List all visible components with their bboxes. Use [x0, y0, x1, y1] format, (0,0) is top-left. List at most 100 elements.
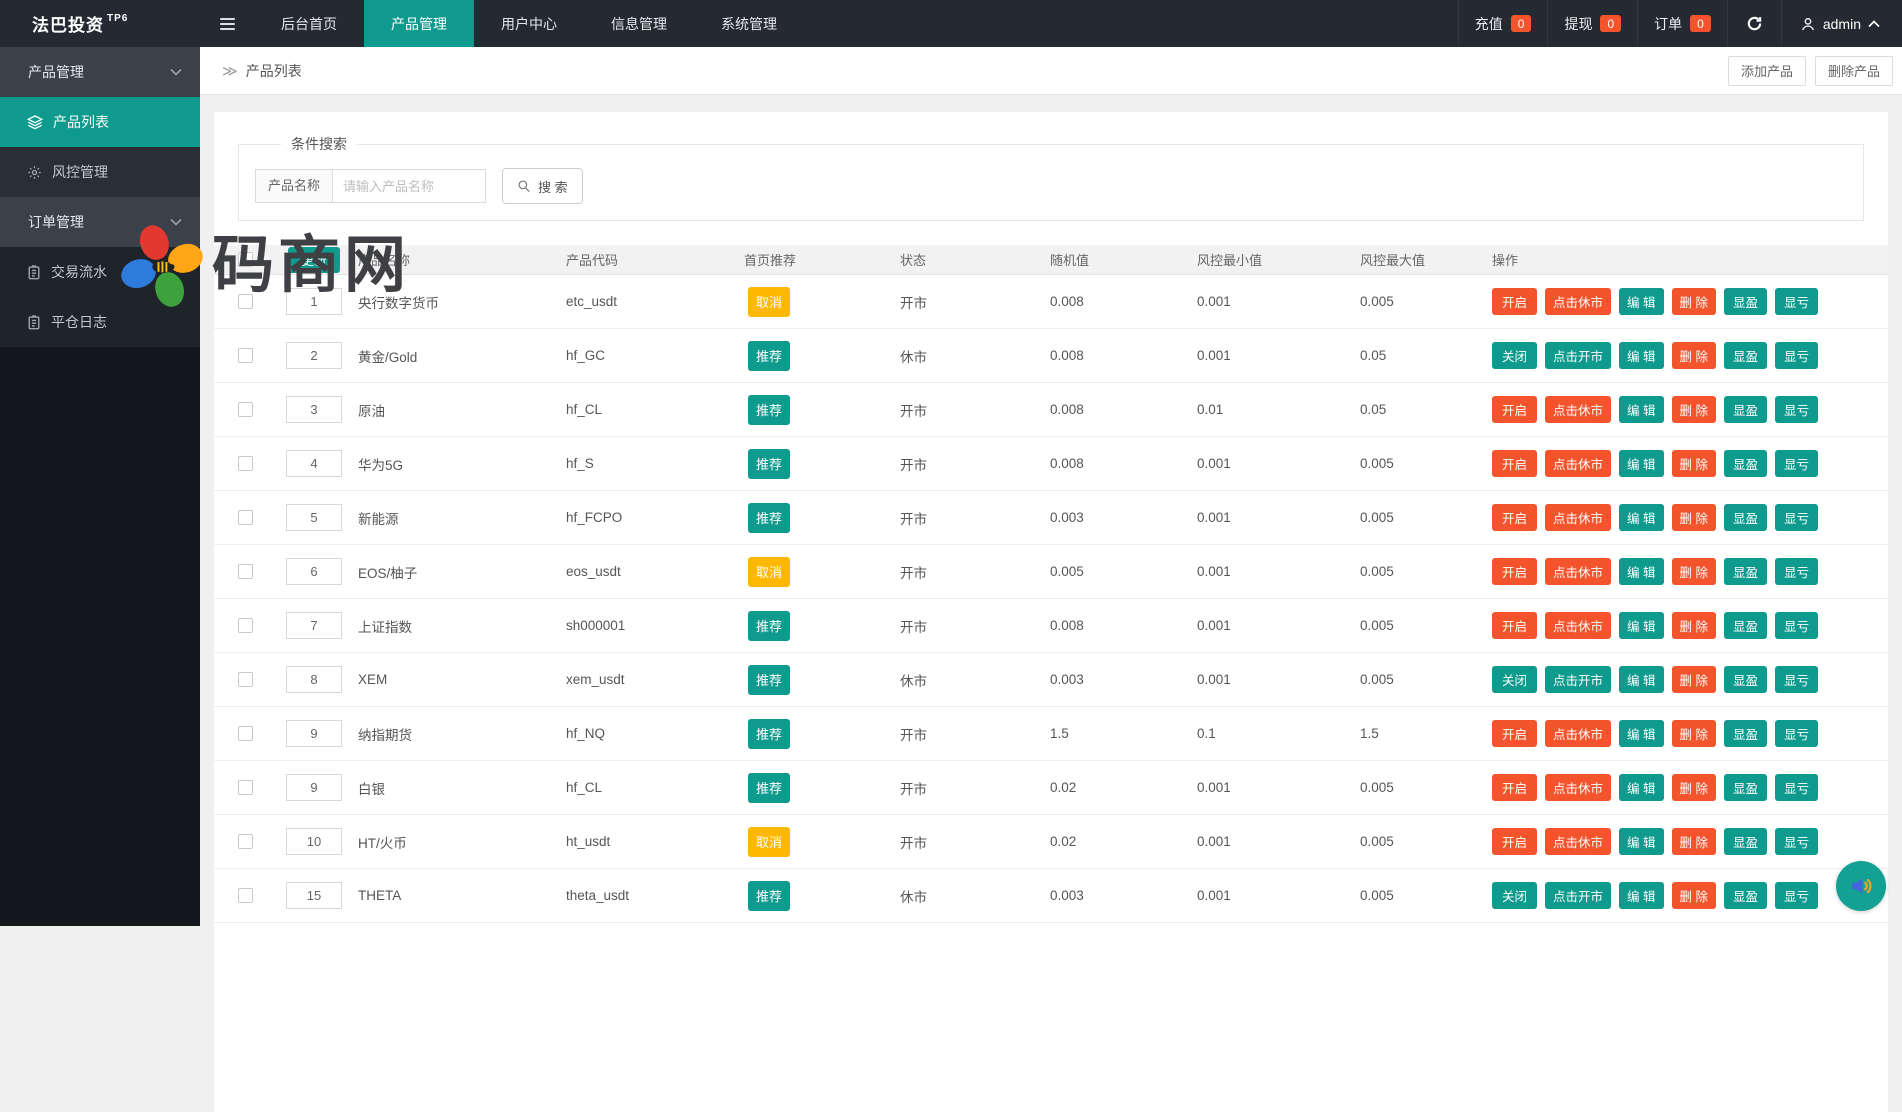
show-loss-button[interactable]: 显亏	[1775, 342, 1818, 369]
row-checkbox[interactable]	[238, 402, 253, 417]
topnav-item[interactable]: 后台首页	[254, 0, 364, 47]
delete-button[interactable]: 删 除	[1672, 288, 1716, 315]
recommend-toggle-button[interactable]: 推荐	[748, 341, 790, 371]
row-checkbox[interactable]	[238, 564, 253, 579]
show-loss-button[interactable]: 显亏	[1775, 504, 1818, 531]
show-loss-button[interactable]: 显亏	[1775, 288, 1818, 315]
show-profit-button[interactable]: 显盈	[1724, 666, 1767, 693]
market-toggle-button[interactable]: 点击休市	[1545, 504, 1611, 531]
edit-button[interactable]: 编 辑	[1619, 342, 1663, 369]
recommend-toggle-button[interactable]: 推荐	[748, 719, 790, 749]
sound-notification-button[interactable]	[1836, 861, 1886, 911]
row-checkbox[interactable]	[238, 726, 253, 741]
sort-input[interactable]	[286, 882, 342, 909]
delete-button[interactable]: 删 除	[1672, 450, 1716, 477]
toggle-open-close-button[interactable]: 开启	[1492, 612, 1537, 639]
delete-button[interactable]: 删 除	[1672, 720, 1716, 747]
edit-button[interactable]: 编 辑	[1619, 288, 1663, 315]
show-profit-button[interactable]: 显盈	[1724, 828, 1767, 855]
row-checkbox[interactable]	[238, 834, 253, 849]
show-profit-button[interactable]: 显盈	[1724, 558, 1767, 585]
sort-input[interactable]	[286, 396, 342, 423]
show-profit-button[interactable]: 显盈	[1724, 504, 1767, 531]
topnav-item[interactable]: 信息管理	[584, 0, 694, 47]
delete-button[interactable]: 删 除	[1672, 828, 1716, 855]
delete-product-button[interactable]: 删除产品	[1815, 56, 1893, 86]
market-toggle-button[interactable]: 点击休市	[1545, 450, 1611, 477]
topnav-item[interactable]: 产品管理	[364, 0, 474, 47]
stat-recharge[interactable]: 充值0	[1458, 0, 1548, 47]
edit-button[interactable]: 编 辑	[1619, 720, 1663, 747]
refresh-button[interactable]	[1727, 0, 1781, 47]
sort-input[interactable]	[286, 504, 342, 531]
show-loss-button[interactable]: 显亏	[1775, 774, 1818, 801]
row-checkbox[interactable]	[238, 456, 253, 471]
sort-input[interactable]	[286, 774, 342, 801]
show-loss-button[interactable]: 显亏	[1775, 450, 1818, 477]
delete-button[interactable]: 删 除	[1672, 666, 1716, 693]
row-checkbox[interactable]	[238, 888, 253, 903]
toggle-open-close-button[interactable]: 开启	[1492, 504, 1537, 531]
recommend-toggle-button[interactable]: 推荐	[748, 611, 790, 641]
stat-order[interactable]: 订单0	[1637, 0, 1727, 47]
recommend-toggle-button[interactable]: 推荐	[748, 449, 790, 479]
show-loss-button[interactable]: 显亏	[1775, 828, 1818, 855]
show-loss-button[interactable]: 显亏	[1775, 396, 1818, 423]
show-profit-button[interactable]: 显盈	[1724, 612, 1767, 639]
show-profit-button[interactable]: 显盈	[1724, 396, 1767, 423]
show-loss-button[interactable]: 显亏	[1775, 666, 1818, 693]
sort-input[interactable]	[286, 720, 342, 747]
sort-input[interactable]	[286, 828, 342, 855]
user-menu[interactable]: admin	[1781, 0, 1902, 47]
delete-button[interactable]: 删 除	[1672, 882, 1716, 909]
toggle-open-close-button[interactable]: 关闭	[1492, 342, 1537, 369]
edit-button[interactable]: 编 辑	[1619, 558, 1663, 585]
recommend-toggle-button[interactable]: 推荐	[748, 395, 790, 425]
select-all-checkbox[interactable]	[238, 252, 253, 267]
search-button[interactable]: 搜 索	[502, 168, 583, 204]
show-profit-button[interactable]: 显盈	[1724, 774, 1767, 801]
show-profit-button[interactable]: 显盈	[1724, 882, 1767, 909]
sidebar-item[interactable]: 风控管理	[0, 147, 200, 197]
recommend-toggle-button[interactable]: 推荐	[748, 503, 790, 533]
row-checkbox[interactable]	[238, 672, 253, 687]
sort-input[interactable]	[286, 288, 342, 315]
delete-button[interactable]: 删 除	[1672, 612, 1716, 639]
sidebar-group-header[interactable]: 产品管理	[0, 47, 200, 97]
recommend-toggle-button[interactable]: 取消	[748, 287, 790, 317]
sort-input[interactable]	[286, 450, 342, 477]
hamburger-icon[interactable]	[200, 0, 254, 47]
market-toggle-button[interactable]: 点击休市	[1545, 612, 1611, 639]
stat-withdraw[interactable]: 提现0	[1547, 0, 1637, 47]
edit-button[interactable]: 编 辑	[1619, 882, 1663, 909]
edit-button[interactable]: 编 辑	[1619, 666, 1663, 693]
delete-button[interactable]: 删 除	[1672, 774, 1716, 801]
sort-input[interactable]	[286, 612, 342, 639]
market-toggle-button[interactable]: 点击开市	[1545, 342, 1611, 369]
edit-button[interactable]: 编 辑	[1619, 774, 1663, 801]
row-checkbox[interactable]	[238, 348, 253, 363]
toggle-open-close-button[interactable]: 开启	[1492, 558, 1537, 585]
recommend-toggle-button[interactable]: 推荐	[748, 881, 790, 911]
toggle-open-close-button[interactable]: 关闭	[1492, 666, 1537, 693]
recommend-toggle-button[interactable]: 取消	[748, 827, 790, 857]
sidebar-item[interactable]: 平仓日志	[0, 297, 200, 347]
market-toggle-button[interactable]: 点击休市	[1545, 558, 1611, 585]
toggle-open-close-button[interactable]: 开启	[1492, 396, 1537, 423]
edit-button[interactable]: 编 辑	[1619, 504, 1663, 531]
show-loss-button[interactable]: 显亏	[1775, 882, 1818, 909]
market-toggle-button[interactable]: 点击休市	[1545, 828, 1611, 855]
sidebar-item[interactable]: 交易流水	[0, 247, 200, 297]
topnav-item[interactable]: 系统管理	[694, 0, 804, 47]
edit-button[interactable]: 编 辑	[1619, 450, 1663, 477]
product-name-input[interactable]	[332, 169, 486, 203]
edit-button[interactable]: 编 辑	[1619, 396, 1663, 423]
toggle-open-close-button[interactable]: 开启	[1492, 288, 1537, 315]
recommend-toggle-button[interactable]: 取消	[748, 557, 790, 587]
sidebar-item[interactable]: 产品列表	[0, 97, 200, 147]
toggle-open-close-button[interactable]: 关闭	[1492, 882, 1537, 909]
edit-button[interactable]: 编 辑	[1619, 828, 1663, 855]
market-toggle-button[interactable]: 点击开市	[1545, 666, 1611, 693]
market-toggle-button[interactable]: 点击休市	[1545, 288, 1611, 315]
update-sort-button[interactable]: 更新	[288, 247, 340, 273]
